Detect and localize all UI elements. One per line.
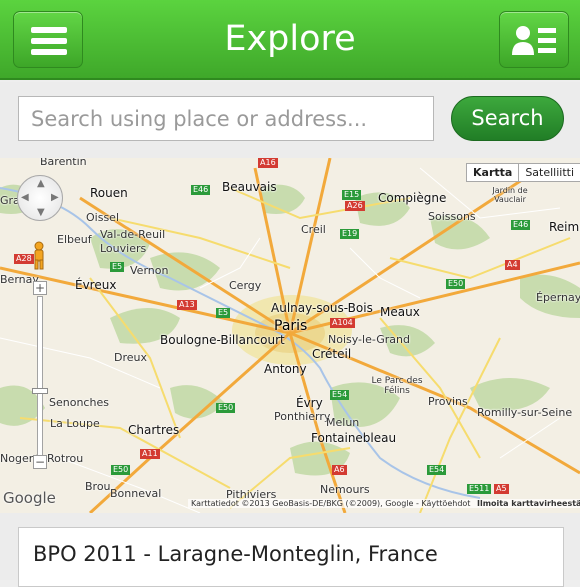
road-shield: A104 bbox=[330, 318, 355, 328]
map-label: Reim bbox=[549, 220, 580, 234]
map-label: Aulnay-sous-Bois bbox=[271, 301, 373, 315]
map-label: Melun bbox=[326, 416, 360, 429]
map-label: Noisy-le-Grand bbox=[328, 333, 410, 346]
pan-up-icon[interactable]: ▲ bbox=[37, 178, 45, 189]
map-label: Elbeuf bbox=[57, 233, 92, 246]
map-label: Évry bbox=[296, 396, 323, 410]
profile-button[interactable] bbox=[499, 11, 569, 68]
road-shield: A16 bbox=[258, 158, 278, 168]
list-item[interactable]: BPO 2011 - Laragne-Monteglin, France bbox=[18, 527, 564, 587]
map-label: Paris bbox=[274, 318, 308, 334]
map-label: Brou bbox=[85, 480, 111, 493]
map-label: Soissons bbox=[428, 210, 476, 223]
map-label: Nemours bbox=[320, 483, 370, 496]
map-label: Créteil bbox=[312, 347, 352, 361]
app-header: Explore bbox=[0, 0, 580, 80]
road-shield: E511 bbox=[467, 484, 492, 494]
map-label: Vernon bbox=[130, 264, 169, 277]
map-label: Chartres bbox=[128, 423, 180, 437]
road-shield: E15 bbox=[342, 190, 362, 200]
road-shield: E50 bbox=[446, 279, 466, 289]
map-label: Ponthierry bbox=[274, 410, 331, 423]
map-label: Romilly-sur-Seine bbox=[477, 406, 573, 419]
map-label: Meaux bbox=[380, 305, 420, 319]
road-shield: A13 bbox=[177, 300, 197, 310]
search-bar: Search bbox=[0, 82, 580, 158]
map-label: Val-de-Reuil bbox=[100, 228, 166, 241]
map-type-map[interactable]: Kartta bbox=[467, 164, 520, 181]
zoom-slider[interactable] bbox=[37, 296, 43, 458]
report-map-error-link[interactable]: Ilmoita karttavirheestä bbox=[477, 499, 580, 508]
pan-down-icon[interactable]: ▼ bbox=[37, 207, 45, 218]
road-shield: E46 bbox=[511, 220, 531, 230]
map-label: Jardin de Vauclair bbox=[492, 186, 528, 204]
map-label: Dreux bbox=[114, 351, 147, 364]
result-title: BPO 2011 - Laragne-Monteglin, France bbox=[33, 542, 438, 566]
map-view[interactable]: Barentin Rouen Gra Oissel Val-de-Reuil E… bbox=[0, 158, 580, 513]
search-input[interactable] bbox=[18, 96, 434, 141]
map-type-satellite[interactable]: Satelliitti bbox=[519, 164, 580, 181]
map-label: Compiègne bbox=[378, 191, 447, 205]
pan-right-icon[interactable]: ▶ bbox=[51, 192, 59, 203]
map-label: Évreux bbox=[75, 278, 117, 292]
attribution-text[interactable]: Karttatiedot ©2013 GeoBasis-DE/BKG (©200… bbox=[191, 499, 470, 508]
page-title: Explore bbox=[224, 19, 356, 59]
map-label: Beauvais bbox=[222, 180, 277, 194]
road-shield: E50 bbox=[111, 465, 131, 475]
map-label: Oissel bbox=[86, 211, 119, 224]
map-label: Fontainebleau bbox=[311, 431, 397, 445]
pegman-icon[interactable] bbox=[31, 241, 47, 271]
results-list: BPO 2011 - Laragne-Monteglin, France bbox=[0, 513, 580, 587]
map-type-toggle[interactable]: Kartta Satelliitti bbox=[466, 163, 580, 182]
map-label: Antony bbox=[264, 362, 307, 376]
road-shield: E5 bbox=[110, 262, 125, 272]
zoom-slider-handle[interactable] bbox=[32, 388, 48, 394]
map-label: Rouen bbox=[90, 186, 128, 200]
hamburger-menu-icon bbox=[31, 27, 67, 55]
google-logo: Google bbox=[3, 489, 56, 507]
map-label: Barentin bbox=[40, 158, 87, 168]
pan-control[interactable]: ▲ ▼ ◀ ▶ bbox=[17, 175, 63, 221]
road-shield: A11 bbox=[140, 449, 160, 459]
road-shield: A4 bbox=[505, 260, 520, 270]
map-label: Rotrou bbox=[47, 452, 84, 465]
map-label: Bonneval bbox=[110, 487, 162, 500]
road-shield: E54 bbox=[330, 390, 350, 400]
zoom-out-button[interactable]: − bbox=[33, 455, 47, 469]
road-shield: E50 bbox=[216, 403, 236, 413]
map-label: Cergy bbox=[229, 279, 262, 292]
pan-left-icon[interactable]: ◀ bbox=[21, 192, 29, 203]
map-label: Boulogne-Billancourt bbox=[160, 333, 285, 347]
road-shield: A6 bbox=[332, 465, 347, 475]
map-label: Senonches bbox=[49, 396, 109, 409]
map-label: Provins bbox=[428, 395, 468, 408]
map-label: La Loupe bbox=[50, 417, 100, 430]
zoom-in-button[interactable]: + bbox=[33, 281, 47, 295]
map-label: Épernay bbox=[536, 291, 580, 304]
map-label: Creil bbox=[301, 223, 326, 236]
map-attribution: Karttatiedot ©2013 GeoBasis-DE/BKG (©200… bbox=[188, 499, 580, 508]
map-label: Le Parc des Félins bbox=[371, 376, 423, 396]
road-shield: E46 bbox=[191, 185, 211, 195]
user-card-icon bbox=[512, 26, 556, 55]
road-shield: A5 bbox=[494, 484, 509, 494]
road-shield: E54 bbox=[427, 465, 447, 475]
road-shield: A26 bbox=[345, 201, 365, 211]
road-shield: E5 bbox=[216, 308, 231, 318]
map-label: Louviers bbox=[100, 242, 147, 255]
search-button[interactable]: Search bbox=[451, 96, 564, 141]
road-shield: E19 bbox=[340, 229, 360, 239]
menu-button[interactable] bbox=[13, 11, 83, 68]
